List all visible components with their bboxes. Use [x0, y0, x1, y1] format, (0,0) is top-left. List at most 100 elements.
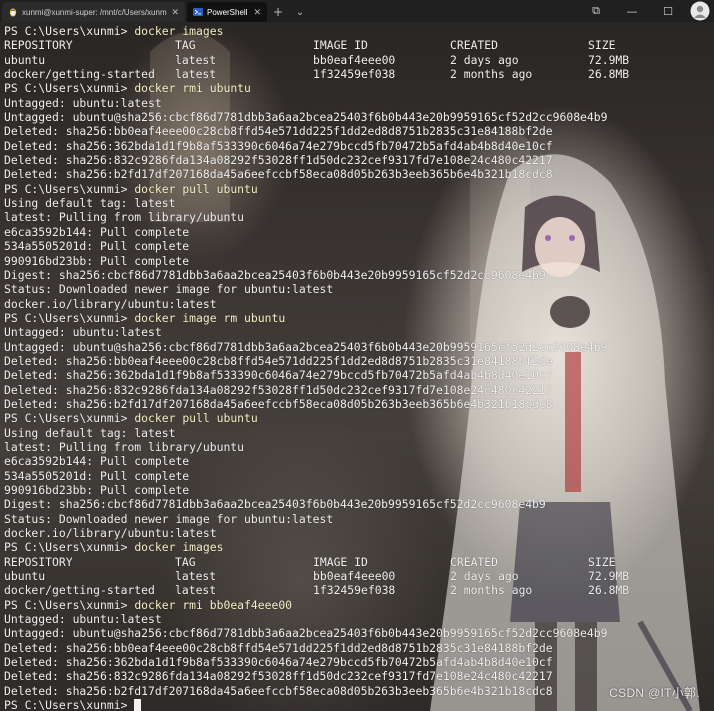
table-cell: REPOSITORY — [4, 554, 73, 569]
table-cell: docker/getting-started — [4, 67, 155, 82]
output-line: Untagged: ubuntu:latest — [4, 612, 162, 627]
output-line: Status: Downloaded newer image for ubunt… — [4, 282, 334, 297]
table-cell: ubuntu — [4, 52, 46, 67]
table-cell: IMAGE ID — [313, 554, 368, 569]
output-line: Status: Downloaded newer image for ubunt… — [4, 511, 334, 526]
minimize-button[interactable]: — — [614, 0, 650, 22]
maximize-button[interactable]: ☐ — [650, 0, 686, 22]
prompt-line: PS C:\Users\xunmi> — [4, 698, 710, 711]
table-cell: CREATED — [450, 554, 499, 569]
output-line: Deleted: sha256:362bda1d1f9b8af533390c60… — [4, 368, 553, 383]
prompt-line: PS C:\Users\xunmi> docker rmi bb0eaf4eee… — [4, 598, 710, 612]
table-cell: bb0eaf4eee00 — [313, 52, 396, 67]
table-row: docker/getting-started latest 1f32459ef038… — [4, 583, 710, 597]
prompt-text: PS C:\Users\xunmi> — [4, 597, 135, 612]
output-line: Untagged: ubuntu@sha256:cbcf86d7781dbb3a… — [4, 626, 608, 641]
output-line: Untagged: ubuntu:latest — [4, 325, 162, 340]
output-line: 534a5505201d: Pull complete — [4, 468, 190, 483]
prompt-line: PS C:\Users\xunmi> docker pull ubuntu — [4, 411, 710, 425]
table-cell: latest — [175, 52, 217, 67]
output-line: Digest: sha256:cbcf86d7781dbb3a6aa2bcea2… — [4, 497, 546, 512]
output-line: Deleted: sha256:832c9286fda134a08292f530… — [4, 669, 553, 684]
table-row: ubuntu latest bb0eaf4eee00 2 days ago 72.9MB — [4, 53, 710, 67]
output-line: Untagged: ubuntu@sha256:cbcf86d7781dbb3a… — [4, 110, 608, 125]
prompt-line: PS C:\Users\xunmi> docker images — [4, 24, 710, 38]
table-cell: latest — [175, 569, 217, 584]
output-line: Deleted: sha256:bb0eaf4eee00c28cb8ffd54e… — [4, 353, 553, 368]
table-cell: ubuntu — [4, 569, 46, 584]
restore-icon[interactable]: ⧉ — [578, 0, 614, 22]
prompt-line: PS C:\Users\xunmi> docker images — [4, 540, 710, 554]
prompt-line: PS C:\Users\xunmi> docker rmi ubuntu — [4, 81, 710, 95]
tab-label: xunmi@xunmi-super: /mnt/c/Users/xunmi — [22, 7, 168, 17]
avatar-icon — [690, 1, 710, 21]
output-line: Using default tag: latest — [4, 425, 176, 440]
output-line: e6ca3592b144: Pull complete — [4, 224, 190, 239]
output-line: Digest: sha256:cbcf86d7781dbb3a6aa2bcea2… — [4, 267, 546, 282]
command-text: docker images — [134, 24, 224, 38]
table-cell: 72.9MB — [588, 52, 630, 67]
prompt-text: PS C:\Users\xunmi> — [4, 181, 135, 196]
prompt-text: PS C:\Users\xunmi> — [4, 81, 135, 96]
table-cell: CREATED — [450, 38, 499, 53]
prompt-line: PS C:\Users\xunmi> docker pull ubuntu — [4, 182, 710, 196]
output-line: Deleted: sha256:b2fd17df207168da45a6eefc… — [4, 683, 553, 698]
command-text: docker rmi bb0eaf4eee00 — [134, 597, 293, 612]
linux-penguin-icon — [9, 8, 17, 17]
table-row: docker/getting-started latest 1f32459ef038… — [4, 67, 710, 81]
output-line: 990916bd23bb: Pull complete — [4, 253, 190, 268]
table-cell: 2 months ago — [450, 67, 533, 82]
tab-ubuntu[interactable]: xunmi@xunmi-super: /mnt/c/Users/xunmi ✕ — [2, 2, 185, 22]
output-line: 534a5505201d: Pull complete — [4, 239, 190, 254]
table-cell: 2 days ago — [450, 569, 519, 584]
table-cell: latest — [175, 67, 217, 82]
table-cell: 2 months ago — [450, 583, 533, 598]
table-cell: 1f32459ef038 — [313, 583, 396, 598]
table-cell: SIZE — [588, 38, 616, 53]
tab-dropdown-button[interactable]: ⌄ — [289, 2, 311, 22]
prompt-text: PS C:\Users\xunmi> — [4, 540, 135, 555]
command-text: docker images — [134, 540, 224, 555]
output-line: Deleted: sha256:362bda1d1f9b8af533390c60… — [4, 138, 553, 153]
output-line: e6ca3592b144: Pull complete — [4, 454, 190, 469]
table-cell: TAG — [175, 554, 196, 569]
table-cell: 2 days ago — [450, 52, 519, 67]
prompt-text: PS C:\Users\xunmi> — [4, 24, 135, 38]
text-cursor[interactable] — [134, 699, 142, 711]
table-cell: IMAGE ID — [313, 38, 368, 53]
table-cell: TAG — [175, 38, 196, 53]
output-line: Deleted: sha256:362bda1d1f9b8af533390c60… — [4, 655, 553, 670]
tab-powershell[interactable]: PowerShell ✕ — [187, 2, 267, 22]
table-cell: 26.8MB — [588, 583, 630, 598]
output-line: latest: Pulling from library/ubuntu — [4, 439, 245, 454]
powershell-icon — [193, 8, 203, 16]
tab-label: PowerShell — [207, 7, 248, 17]
output-line: Deleted: sha256:832c9286fda134a08292f530… — [4, 153, 553, 168]
table-cell: docker/getting-started — [4, 583, 155, 598]
terminal-pane[interactable]: PS C:\Users\xunmi> docker images REPOSITO… — [0, 22, 714, 711]
command-text: docker rmi ubuntu — [134, 81, 251, 96]
close-icon[interactable]: ✕ — [171, 7, 179, 18]
command-text: docker pull ubuntu — [134, 411, 258, 426]
table-row: REPOSITORY TAG IMAGE ID CREATED SIZE — [4, 555, 710, 569]
terminal-output: PS C:\Users\xunmi> docker images REPOSITO… — [4, 24, 710, 711]
table-row: ubuntu latest bb0eaf4eee00 2 days ago 72.9MB — [4, 569, 710, 583]
output-line: Deleted: sha256:832c9286fda134a08292f530… — [4, 382, 553, 397]
close-icon[interactable]: ✕ — [253, 7, 261, 18]
command-text: docker image rm ubuntu — [134, 310, 286, 325]
output-line: Untagged: ubuntu:latest — [4, 95, 162, 110]
new-tab-button[interactable]: + — [267, 2, 289, 22]
output-line: Deleted: sha256:b2fd17df207168da45a6eefc… — [4, 167, 553, 182]
output-line: Deleted: sha256:bb0eaf4eee00c28cb8ffd54e… — [4, 124, 553, 139]
output-line: 990916bd23bb: Pull complete — [4, 483, 190, 497]
prompt-text: PS C:\Users\xunmi> — [4, 698, 135, 711]
watermark: CSDN @IT小郭. — [609, 686, 700, 700]
table-cell: latest — [175, 583, 217, 598]
table-cell: 72.9MB — [588, 569, 630, 584]
command-text: docker pull ubuntu — [134, 181, 258, 196]
table-cell: REPOSITORY — [4, 38, 73, 53]
prompt-text: PS C:\Users\xunmi> — [4, 411, 135, 426]
output-line: Untagged: ubuntu@sha256:cbcf86d7781dbb3a… — [4, 339, 608, 354]
prompt-text: PS C:\Users\xunmi> — [4, 310, 135, 325]
avatar[interactable] — [686, 0, 714, 22]
